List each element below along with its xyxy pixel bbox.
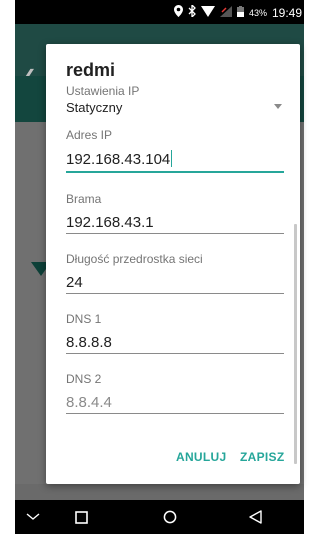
home-button-icon[interactable] [156, 500, 184, 534]
signal-icon [219, 5, 232, 21]
background-bottom [15, 484, 304, 500]
ip-address-input[interactable]: 192.168.43.104 [66, 150, 173, 168]
clock: 19:49 [271, 6, 302, 20]
dns2-input[interactable]: 8.8.4.4 [66, 394, 112, 411]
dns1-input[interactable]: 8.8.8.8 [66, 334, 112, 351]
cancel-button[interactable]: ANULUJ [176, 450, 226, 464]
prefix-length-label: Długość przedrostka sieci [66, 252, 203, 266]
location-icon [173, 5, 183, 21]
save-button[interactable]: ZAPISZ [240, 450, 284, 464]
prefix-length-underline [66, 293, 284, 294]
status-icons: 43% 19:49 [173, 3, 302, 21]
dialog-title: redmi [66, 60, 116, 80]
bluetooth-icon [188, 3, 196, 21]
status-bar: 43% 19:49 [15, 0, 304, 24]
recents-button-icon[interactable] [67, 500, 95, 534]
chevron-down-icon[interactable] [274, 104, 282, 109]
navigation-bar [15, 500, 304, 534]
ip-address-value: 192.168.43.104 [66, 151, 171, 168]
prefix-length-input[interactable]: 24 [66, 274, 83, 291]
ip-settings-dialog: redmi Ustawienia IP Statyczny Adres IP 1… [46, 44, 300, 484]
dns2-label: DNS 2 [66, 372, 102, 386]
gateway-label: Brama [66, 192, 102, 206]
gateway-underline [66, 233, 284, 234]
gateway-input[interactable]: 192.168.43.1 [66, 214, 154, 231]
ip-address-label: Adres IP [66, 128, 113, 142]
dns1-label: DNS 1 [66, 312, 102, 326]
back-button-icon[interactable] [241, 500, 269, 534]
ip-settings-label: Ustawienia IP [66, 84, 140, 98]
battery-percent: 43% [248, 8, 267, 18]
wifi-icon [200, 5, 215, 21]
ip-address-underline [66, 171, 284, 173]
screen: 43% 19:49 ❮ ⋮ [0, 0, 319, 534]
battery-icon [236, 5, 244, 21]
dns2-underline [66, 413, 284, 414]
text-cursor [171, 150, 173, 167]
hide-keyboard-icon[interactable] [19, 500, 47, 534]
scrollbar[interactable] [294, 224, 297, 464]
dns1-underline [66, 353, 284, 354]
ip-settings-select[interactable]: Statyczny [66, 100, 122, 115]
